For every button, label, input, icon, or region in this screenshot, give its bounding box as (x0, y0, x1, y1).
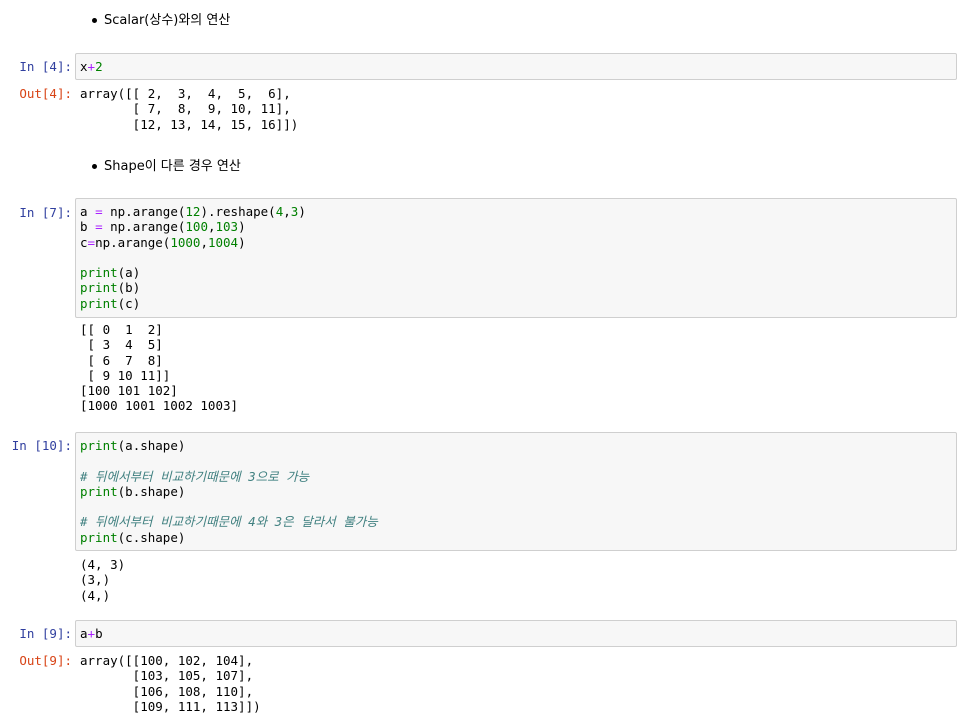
markdown-scalar-heading: Scalar(상수)와의 연산 (88, 9, 230, 28)
markdown-scalar-text: Scalar(상수)와의 연산 (104, 13, 231, 28)
cell10-output: (4, 3) (3,) (4,) (80, 557, 126, 603)
cell7-code[interactable]: a = np.arange(12).reshape(4,3) b = np.ar… (80, 204, 952, 311)
cell10-input[interactable]: print(a.shape) # 뒤에서부터 비교하기때문에 3으로 가능 pr… (75, 432, 957, 551)
cell4-code[interactable]: x+2 (80, 59, 952, 74)
markdown-shape-heading: Shape이 다른 경우 연산 (88, 155, 241, 174)
cell7-output: [[ 0 1 2] [ 3 4 5] [ 6 7 8] [ 9 10 11]] … (80, 322, 239, 414)
code-operator: + (87, 59, 96, 74)
cell9-input[interactable]: a+b (75, 620, 957, 647)
cell7-input[interactable]: a = np.arange(12).reshape(4,3) b = np.ar… (75, 198, 957, 318)
markdown-shape-text: Shape이 다른 경우 연산 (104, 159, 241, 174)
cell4-output: array([[ 2, 3, 4, 5, 6], [ 7, 8, 9, 10, … (80, 86, 299, 132)
cell10-in-prompt: In [10]: (11, 438, 72, 453)
code-comment: # 뒤에서부터 비교하기때문에 3으로 가능 (80, 468, 310, 484)
bullet-icon (92, 18, 97, 23)
cell4-in-prompt: In [4]: (19, 59, 72, 74)
cell9-output: array([[100, 102, 104], [103, 105, 107],… (80, 653, 261, 714)
cell10-code[interactable]: print(a.shape) # 뒤에서부터 비교하기때문에 3으로 가능 pr… (80, 438, 952, 545)
code-comment: # 뒤에서부터 비교하기때문에 4와 3은 달라서 불가능 (80, 514, 378, 530)
cell4-input[interactable]: x+2 (75, 53, 957, 80)
cell9-code[interactable]: a+b (80, 626, 952, 641)
cell9-out-prompt: Out[9]: (19, 653, 72, 668)
cell9-in-prompt: In [9]: (19, 626, 72, 641)
code-number: 2 (95, 59, 103, 74)
bullet-icon (92, 164, 97, 169)
cell7-in-prompt: In [7]: (19, 205, 72, 220)
code-token: x (80, 59, 88, 74)
cell4-out-prompt: Out[4]: (19, 86, 72, 101)
